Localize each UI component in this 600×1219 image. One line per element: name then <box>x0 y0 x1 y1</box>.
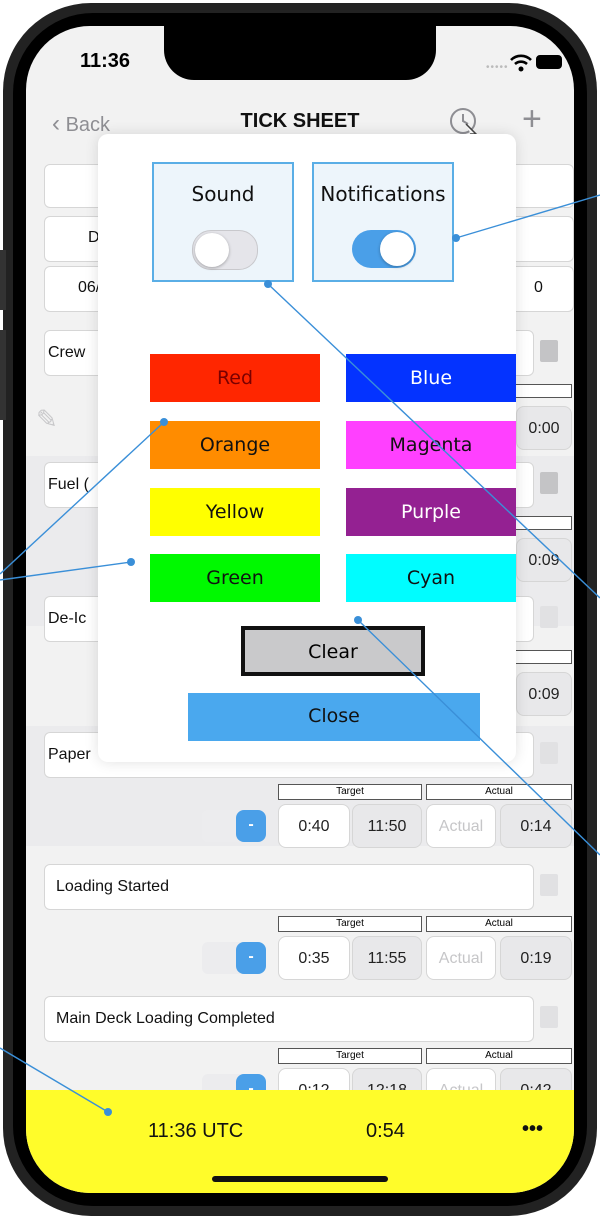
callout-dot <box>104 1108 112 1116</box>
callout-dot <box>127 558 135 566</box>
callout-line <box>267 283 600 599</box>
callout-lines <box>0 194 600 1116</box>
callout-dot <box>160 418 168 426</box>
callout-line <box>0 1047 109 1113</box>
callout-line <box>0 421 165 575</box>
callout-line <box>357 619 600 856</box>
callout-dot <box>452 234 460 242</box>
callout-line <box>455 194 600 239</box>
callout-line <box>0 561 132 581</box>
callout-dot <box>264 280 272 288</box>
callout-dot <box>354 616 362 624</box>
